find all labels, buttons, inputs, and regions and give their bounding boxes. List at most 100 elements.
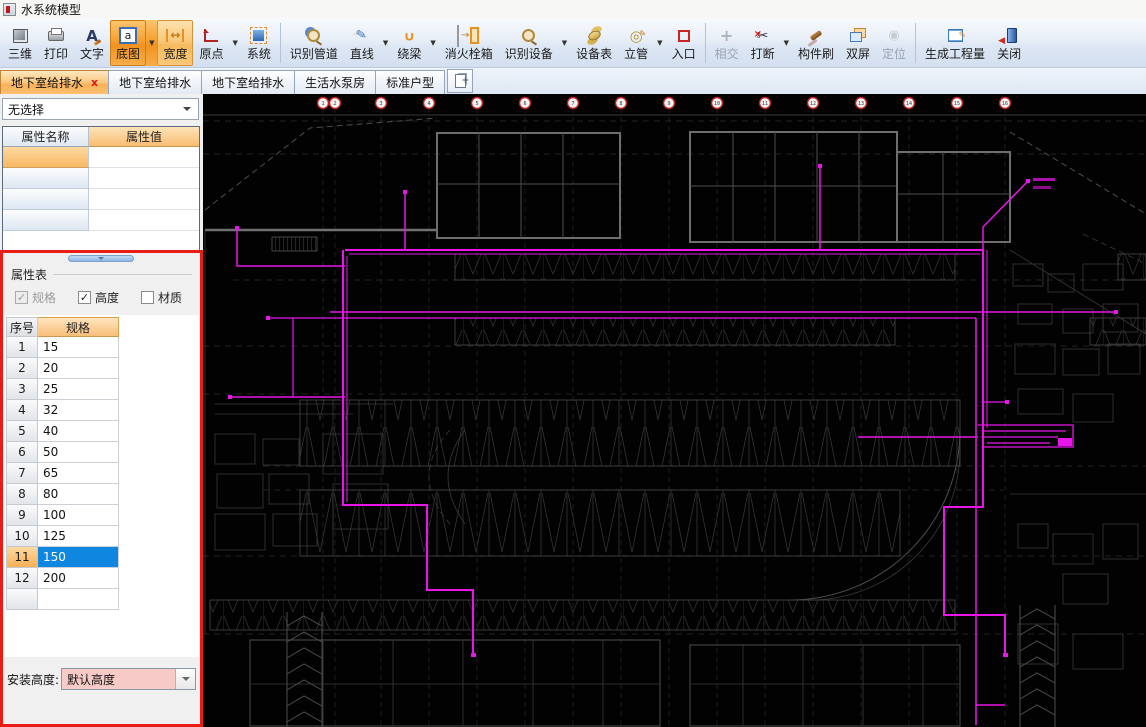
break-button[interactable]: 打断: [745, 20, 781, 66]
spec-row-number[interactable]: 5: [6, 421, 38, 442]
spec-row-number[interactable]: 10: [6, 526, 38, 547]
selection-combobox[interactable]: 无选择: [2, 98, 199, 120]
riser-button[interactable]: 立管: [618, 20, 654, 66]
spec-row-value[interactable]: 50: [38, 442, 119, 463]
spec-row-value[interactable]: 100: [38, 505, 119, 526]
dropdown-arrow-icon[interactable]: ▼: [146, 20, 158, 66]
checkbox-box-icon[interactable]: [141, 291, 155, 304]
install-height-combobox[interactable]: 默认高度: [61, 668, 196, 690]
spec-row-number[interactable]: [6, 589, 38, 610]
spec-row-number[interactable]: 8: [6, 484, 38, 505]
combobox-dropdown-button[interactable]: [175, 669, 195, 689]
spec-row-number[interactable]: 1: [6, 337, 38, 358]
spec-row[interactable]: 9 100: [6, 505, 119, 526]
cad-canvas[interactable]: 1 2 3 4 5 6 7 8 9 10 11 12 13 14 15 16: [203, 94, 1146, 727]
tab-document-3[interactable]: 地下室给排水: [201, 70, 296, 94]
spec-row-value[interactable]: 65: [38, 463, 119, 484]
new-tab-button[interactable]: [447, 69, 474, 93]
component-brush-button[interactable]: 构件刷: [792, 20, 840, 66]
spec-row-number[interactable]: 7: [6, 463, 38, 484]
dropdown-arrow-icon[interactable]: ▼: [229, 20, 240, 66]
property-row[interactable]: [3, 147, 199, 168]
spec-row-number[interactable]: 3: [6, 379, 38, 400]
system-button[interactable]: 系统: [241, 20, 277, 66]
tab-close-icon[interactable]: x: [91, 76, 98, 89]
tab-document-5[interactable]: 标准户型: [375, 70, 446, 94]
spec-row-value[interactable]: 25: [38, 379, 119, 400]
spec-row[interactable]: 12 200: [6, 568, 119, 589]
spec-row-value[interactable]: 15: [38, 337, 119, 358]
identify-device-button[interactable]: 识别设备: [499, 20, 559, 66]
spec-col-no-header[interactable]: 序号: [6, 317, 38, 337]
property-row[interactable]: [3, 189, 199, 210]
checkbox-高度[interactable]: 高度: [78, 289, 119, 306]
3d-view-button[interactable]: 三维: [2, 20, 38, 66]
text-button[interactable]: 文字: [74, 20, 110, 66]
tab-document-2[interactable]: 地下室给排水: [108, 70, 203, 94]
width-button[interactable]: 宽度: [157, 20, 194, 66]
spec-row[interactable]: 3 25: [6, 379, 119, 400]
spec-row[interactable]: [6, 589, 119, 610]
property-name-cell[interactable]: [3, 168, 89, 189]
dual-screen-button[interactable]: 双屏: [840, 20, 876, 66]
spec-row[interactable]: 6 50: [6, 442, 119, 463]
spec-row[interactable]: 8 80: [6, 484, 119, 505]
property-row[interactable]: [3, 210, 199, 231]
spec-row-number[interactable]: 9: [6, 505, 38, 526]
spec-row-value[interactable]: 200: [38, 568, 119, 589]
hydrant-box-button[interactable]: 消火栓箱: [439, 20, 499, 66]
checkbox-box-icon[interactable]: [78, 291, 92, 304]
device-table-button[interactable]: 设备表: [570, 20, 618, 66]
dropdown-arrow-icon[interactable]: ▼: [781, 20, 792, 66]
spec-row-number[interactable]: 6: [6, 442, 38, 463]
entrance-button[interactable]: 入口: [666, 20, 702, 66]
line-button[interactable]: 直线: [344, 20, 380, 66]
property-value-cell[interactable]: [89, 147, 199, 168]
spec-row[interactable]: 7 65: [6, 463, 119, 484]
toolbar: 三维打印文字底图 ▼ 宽度原点 ▼ 系统 识别管道直线 ▼ 绕梁 ▼ 消火栓箱识别设备 ▼ 设备表立管…: [0, 18, 1146, 68]
dropdown-arrow-icon[interactable]: ▼: [380, 20, 391, 66]
spec-row[interactable]: 10 125: [6, 526, 119, 547]
spec-row-number[interactable]: 12: [6, 568, 38, 589]
spec-row-value[interactable]: 125: [38, 526, 119, 547]
tab-document-4[interactable]: 生活水泵房: [294, 70, 377, 94]
spec-row[interactable]: 4 32: [6, 400, 119, 421]
spec-row[interactable]: 2 20: [6, 358, 119, 379]
dropdown-arrow-icon[interactable]: ▼: [559, 20, 570, 66]
dropdown-arrow-icon[interactable]: ▼: [654, 20, 665, 66]
spec-row-value[interactable]: 150: [38, 547, 119, 568]
checkbox-材质[interactable]: 材质: [141, 289, 182, 306]
print-button[interactable]: 打印: [38, 20, 74, 66]
property-row[interactable]: [3, 168, 199, 189]
spec-row[interactable]: 11 150: [6, 547, 119, 568]
property-value-cell[interactable]: [89, 189, 199, 210]
basemap-button[interactable]: 底图: [110, 20, 147, 66]
origin-button[interactable]: 原点: [193, 20, 229, 66]
property-value-cell[interactable]: [89, 210, 199, 231]
dropdown-arrow-icon[interactable]: ▼: [427, 20, 438, 66]
spec-row-value[interactable]: 20: [38, 358, 119, 379]
toolbar-group-component-brush-button: 构件刷: [792, 20, 840, 66]
spec-row-number[interactable]: 2: [6, 358, 38, 379]
spec-row[interactable]: 5 40: [6, 421, 119, 442]
property-value-cell[interactable]: [89, 168, 199, 189]
spec-row-value[interactable]: [38, 589, 119, 610]
property-name-cell[interactable]: [3, 210, 89, 231]
property-name-cell[interactable]: [3, 189, 89, 210]
identify-pipe-button[interactable]: 识别管道: [284, 20, 344, 66]
splitter-handle[interactable]: [68, 255, 134, 262]
spec-col-spec-header[interactable]: 规格: [38, 317, 119, 337]
spec-row-number[interactable]: 11: [6, 547, 38, 568]
property-grid-col-value[interactable]: 属性值: [89, 127, 199, 147]
property-name-cell[interactable]: [3, 147, 89, 168]
spec-row-number[interactable]: 4: [6, 400, 38, 421]
tab-document-1[interactable]: 地下室给排水 x: [0, 70, 110, 94]
spec-row[interactable]: 1 15: [6, 337, 119, 358]
close-button[interactable]: 关闭: [991, 20, 1027, 66]
spec-row-value[interactable]: 80: [38, 484, 119, 505]
property-grid-col-name[interactable]: 属性名称: [3, 127, 89, 147]
spec-row-value[interactable]: 40: [38, 421, 119, 442]
generate-quantity-button[interactable]: 生成工程量: [919, 20, 991, 66]
around-beam-button[interactable]: 绕梁: [391, 20, 427, 66]
spec-row-value[interactable]: 32: [38, 400, 119, 421]
